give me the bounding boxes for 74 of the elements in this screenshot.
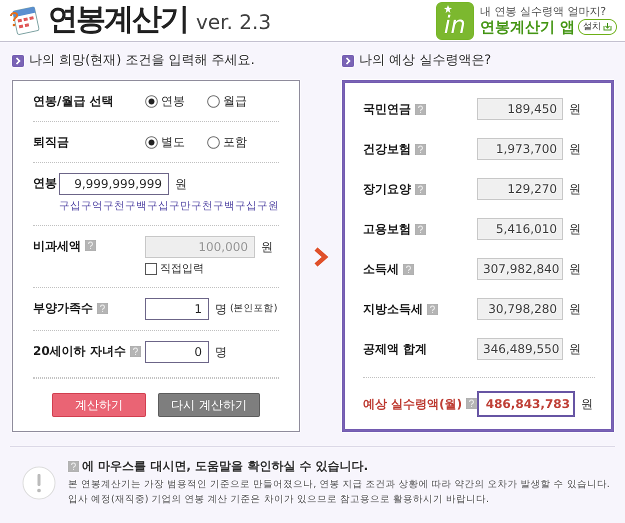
field-label: 연봉 <box>33 175 57 192</box>
reset-button[interactable]: 다시 계산하기 <box>158 393 260 418</box>
unit-label: 원 <box>569 101 581 118</box>
unit-label: 명 <box>215 344 227 362</box>
chevron-icon <box>12 55 24 67</box>
number-field[interactable]: 1 <box>145 298 209 320</box>
unit-label: 원 <box>569 221 581 238</box>
option-label: 포함 <box>223 134 247 151</box>
help-icon[interactable] <box>415 224 426 234</box>
calendar-icon <box>8 4 42 38</box>
unit-label: 원 <box>569 341 581 358</box>
amount-field: 307,982,840 <box>477 258 563 280</box>
result-label: 국민연금 <box>363 101 411 118</box>
number-field[interactable]: 9,999,999,999 <box>59 173 169 195</box>
result-label: 소득세 <box>363 261 399 278</box>
amount-field: 189,450 <box>477 98 563 120</box>
help-icon[interactable] <box>130 346 141 357</box>
result-label: 예상 실수령액(월) <box>363 396 462 412</box>
amount-field: 129,270 <box>477 178 563 200</box>
help-icon[interactable] <box>427 304 438 314</box>
chevron-icon <box>342 55 354 67</box>
app-name: 연봉계산기 앱 <box>480 18 575 36</box>
unit-label: 명 <box>215 301 227 318</box>
section-heading: 나의 예상 실수령액은? <box>359 52 492 70</box>
unit-label: 원 <box>569 141 581 158</box>
unit-label: 원 <box>175 176 187 193</box>
unit-label: 원 <box>569 181 581 198</box>
amount-field: 30,798,280 <box>477 298 563 320</box>
field-label: 퇴직금 <box>33 134 69 151</box>
unit-label: 원 <box>569 261 581 278</box>
field-label: 부양가족수 <box>33 300 93 318</box>
net-pay-field: 486,843,783 <box>477 390 575 416</box>
promo-text: 내 연봉 실수령액 얼마지? <box>480 4 608 18</box>
field-label: 20세이하 자녀수 <box>33 343 126 360</box>
amount-in-words: 구십구억구천구백구십구만구천구백구십구원 <box>59 199 279 214</box>
unit-label: 원 <box>581 396 593 412</box>
field-label: 연봉/월급 선택 <box>33 93 114 110</box>
result-label: 지방소득세 <box>363 301 423 318</box>
number-field[interactable]: 0 <box>145 341 209 364</box>
app-title: 연봉계산기 <box>48 4 188 34</box>
radio-button[interactable] <box>145 94 158 108</box>
section-heading: 나의 희망(현재) 조건을 입력해 주세요. <box>29 52 255 70</box>
help-icon[interactable] <box>403 264 414 274</box>
amount-field: 5,416,010 <box>477 218 563 240</box>
option-label: 연봉 <box>161 93 185 110</box>
help-icon[interactable] <box>466 398 478 409</box>
radio-button[interactable] <box>207 94 220 108</box>
disclaimer-text: 입사 예정(재직중) 기업의 연봉 계산 기준은 차이가 있으므로 참고용으로 활용하시기 바랍니다. <box>68 493 490 508</box>
amount-field: 346,489,550 <box>477 338 563 360</box>
help-icon[interactable] <box>415 184 426 194</box>
radio-button[interactable] <box>145 136 158 148</box>
install-button[interactable]: 설치 <box>578 19 617 36</box>
help-icon[interactable] <box>97 302 108 314</box>
unit-label: 원 <box>569 301 581 318</box>
option-label: 월급 <box>223 93 247 110</box>
option-label: 별도 <box>161 134 185 151</box>
amount-field: 1,973,700 <box>477 138 563 160</box>
checkbox-label: 직접입력 <box>160 260 204 277</box>
help-icon[interactable] <box>415 144 426 154</box>
result-label: 공제액 합계 <box>363 341 428 358</box>
warning-icon <box>22 466 56 500</box>
help-hint: 에 마우스를 대시면, 도움말을 확인하실 수 있습니다. <box>82 458 368 476</box>
help-icon[interactable] <box>415 104 426 114</box>
version-label: ver. 2.3 <box>196 8 272 36</box>
help-icon[interactable] <box>68 460 79 472</box>
result-label: 고용보험 <box>363 221 411 238</box>
result-label: 장기요양 <box>363 181 411 198</box>
unit-label: 원 <box>261 238 273 256</box>
download-icon <box>603 22 612 31</box>
result-label: 건강보험 <box>363 141 411 158</box>
field-label: 비과세액 <box>33 238 81 255</box>
radio-button[interactable] <box>207 136 220 148</box>
unit-note: (본인포함) <box>230 302 278 316</box>
disclaimer-text: 본 연봉계산기는 가장 범용적인 기준으로 만들어졌으나, 연봉 지급 조건과 상황에 따라 약간의 오차가 발생할 수 있습니다. <box>68 478 610 492</box>
